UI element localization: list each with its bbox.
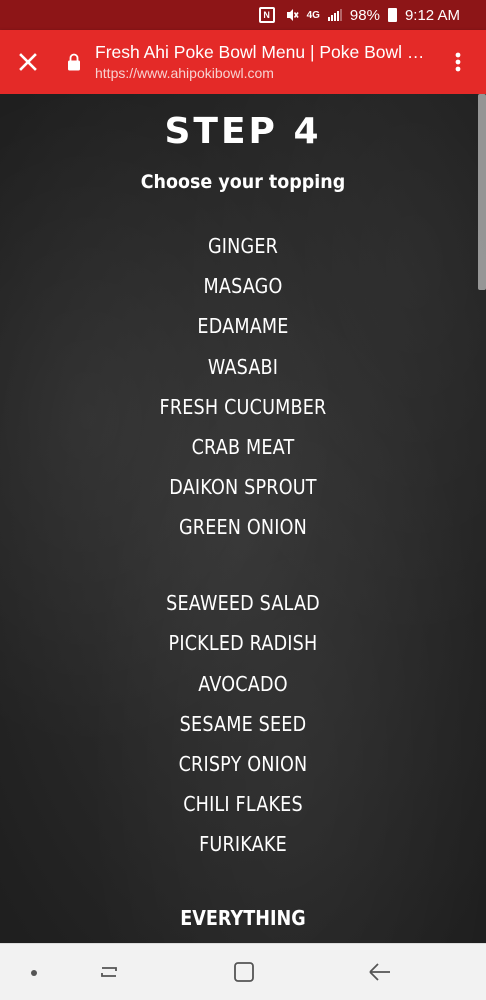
topping-item[interactable]: SEAWEED SALAD [29,590,457,616]
recent-apps-button[interactable] [95,960,123,984]
signal-icon [327,9,342,21]
topping-item[interactable]: CHILI FLAKES [29,791,457,817]
vibrate-mute-icon [283,8,299,22]
topping-item[interactable]: WASABI [29,354,457,380]
topping-item[interactable]: SESAME SEED [29,711,457,737]
topping-item[interactable]: FRESH CUCUMBER [29,394,457,420]
topping-item[interactable]: AVOCADO [29,671,457,697]
battery-percent: 98% [349,6,380,24]
signal-bar [330,15,333,21]
close-icon [19,53,37,71]
page-content[interactable]: STEP 4 Choose your topping GINGER MASAGO… [0,94,486,943]
everything-option[interactable]: EVERYTHING [29,905,457,931]
nav-dot-button[interactable] [20,960,48,984]
home-button[interactable] [230,960,258,984]
recent-apps-icon [101,967,117,977]
status-bar: N 4G 98% 9:12 AM [0,0,486,30]
back-button[interactable] [366,960,394,984]
topping-item[interactable]: MASAGO [29,273,457,299]
overflow-menu-button[interactable] [446,47,470,77]
lock-icon [68,53,80,71]
close-button[interactable] [13,47,43,77]
url-bar[interactable]: Fresh Ahi Poke Bowl Menu | Poke Bowl Res… [95,40,435,82]
page-title: Fresh Ahi Poke Bowl Menu | Poke Bowl Res… [95,42,435,62]
page-url: https://www.ahipokibowl.com [95,65,274,81]
signal-bar [339,9,342,21]
home-icon [234,962,254,982]
step-subheading: Choose your topping [140,171,346,193]
battery-icon [387,8,397,22]
topping-item[interactable]: CRAB MEAT [29,434,457,460]
dot-icon [31,970,37,976]
custom-tab-toolbar: Fresh Ahi Poke Bowl Menu | Poke Bowl Res… [0,30,486,94]
topping-item[interactable]: GINGER [29,233,457,259]
topping-item[interactable]: DAIKON SPROUT [29,474,457,500]
topping-item[interactable]: CRISPY ONION [29,751,457,777]
lte-icon: 4G [306,9,320,21]
topping-item[interactable]: FURIKAKE [29,831,457,857]
topping-item[interactable]: GREEN ONION [29,514,457,540]
signal-bar [327,17,330,21]
topping-item[interactable]: PICKLED RADISH [29,630,457,656]
clock: 9:12 AM [404,6,460,24]
back-icon [369,963,390,981]
nfc-icon: N [258,7,275,23]
signal-bar [333,13,336,21]
step-heading: STEP 4 [164,111,322,152]
topping-item[interactable]: EDAMAME [29,313,457,339]
overflow-menu-icon [455,52,461,72]
signal-bar [336,11,339,21]
navigation-bar [0,943,486,1000]
